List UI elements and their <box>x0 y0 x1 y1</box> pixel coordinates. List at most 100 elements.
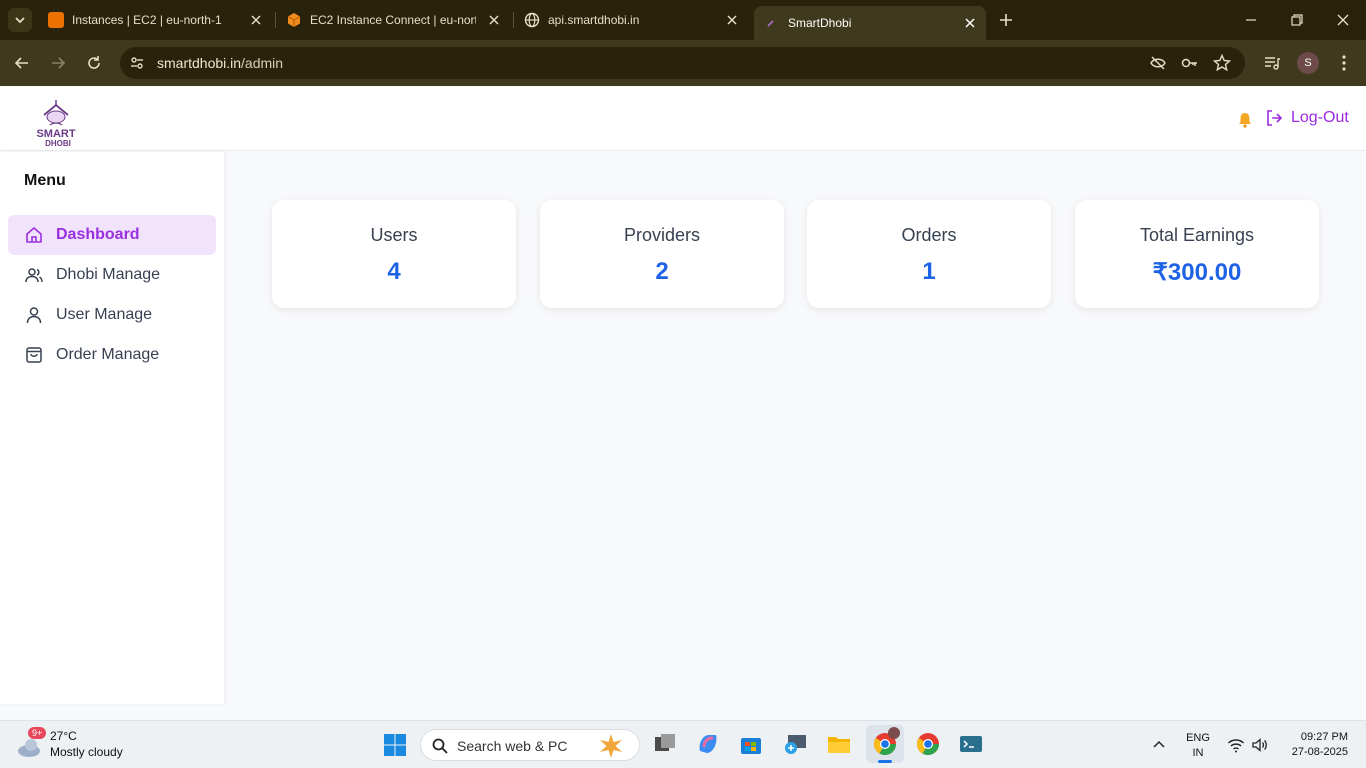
stat-value: ₹300.00 <box>1152 259 1242 286</box>
wifi-icon[interactable] <box>1227 736 1245 754</box>
media-controls-button[interactable] <box>1261 52 1283 74</box>
tab-search-button[interactable] <box>8 8 32 32</box>
restore-button[interactable] <box>1287 10 1307 30</box>
language-indicator[interactable]: ENG IN <box>1183 731 1213 761</box>
sidebar-item-label: Order Manage <box>56 346 160 363</box>
new-tab-button[interactable] <box>996 10 1016 30</box>
microsoft-store-app[interactable] <box>738 731 764 757</box>
url-text: smartdhobi.in/admin <box>157 55 283 71</box>
svg-text:DHOBI: DHOBI <box>45 139 71 148</box>
home-icon <box>24 225 44 245</box>
close-window-button[interactable] <box>1333 10 1353 30</box>
chrome-profile-badge <box>888 727 900 739</box>
stat-label: Providers <box>623 225 701 245</box>
tab-title: EC2 Instance Connect | eu-north-1 <box>310 13 476 27</box>
logout-label: Log-Out <box>1291 109 1349 126</box>
forward-button[interactable] <box>47 52 69 74</box>
browser-tab-smartdhobi[interactable]: SmartDhobi <box>754 6 986 40</box>
tab-separator <box>275 12 276 28</box>
sidebar-item-order-manage[interactable]: Order Manage <box>8 335 216 375</box>
logout-icon <box>1267 110 1283 126</box>
taskbar-search[interactable]: Search web & PC <box>420 729 640 761</box>
file-explorer-app[interactable] <box>826 731 852 757</box>
notification-bell-icon[interactable] <box>1236 111 1254 129</box>
show-hidden-icons-button[interactable] <box>1151 737 1167 753</box>
arrow-left-icon <box>14 57 28 69</box>
browser-tab-api[interactable]: api.smartdhobi.in <box>524 6 740 34</box>
bookmark-star-icon[interactable] <box>1211 52 1233 74</box>
start-button[interactable] <box>383 733 407 757</box>
close-tab-icon[interactable] <box>962 15 978 31</box>
tab-title: Instances | EC2 | eu-north-1 <box>72 13 222 27</box>
language-top: ENG <box>1186 732 1210 744</box>
stat-card-users: Users 4 <box>272 200 516 308</box>
active-app-indicator <box>878 760 892 763</box>
stat-label: Orders <box>901 225 957 245</box>
copilot-icon <box>699 735 717 753</box>
browser-menu-button[interactable] <box>1333 52 1355 74</box>
logo-icon: SMART DHOBI <box>36 100 76 148</box>
close-tab-icon[interactable] <box>248 12 264 28</box>
system-clock[interactable]: 09:27 PM 27-08-2025 <box>1286 730 1348 760</box>
eye-off-icon[interactable] <box>1147 52 1169 74</box>
stat-value: 1 <box>922 258 936 285</box>
users-icon <box>24 265 44 285</box>
chrome-app-active[interactable] <box>866 725 904 763</box>
copilot-app[interactable] <box>695 731 721 757</box>
weather-condition: Mostly cloudy <box>50 745 123 759</box>
smartdhobi-favicon-icon <box>764 15 780 31</box>
folder-icon <box>828 737 850 753</box>
url-domain: smartdhobi.in <box>157 55 242 71</box>
stat-label: Users <box>370 225 418 245</box>
stat-label: Total Earnings <box>1139 225 1255 245</box>
task-view-button[interactable] <box>652 731 678 757</box>
stat-value: 4 <box>387 258 401 285</box>
browser-tab-instances[interactable]: Instances | EC2 | eu-north-1 <box>48 6 264 34</box>
sidebar-item-dhobi-manage[interactable]: Dhobi Manage <box>8 255 216 295</box>
url-path: /admin <box>241 55 284 71</box>
search-placeholder: Search web & PC <box>457 738 568 754</box>
stat-card-providers: Providers 2 <box>540 200 784 308</box>
sidebar-item-dashboard[interactable]: Dashboard <box>8 215 216 255</box>
terminal-app[interactable] <box>958 731 984 757</box>
chrome-icon <box>917 733 939 755</box>
password-key-icon[interactable] <box>1179 52 1201 74</box>
smartdhobi-logo[interactable]: SMART DHOBI <box>30 97 82 149</box>
playlist-icon <box>1265 57 1280 70</box>
browser-tab-bar: Instances | EC2 | eu-north-1 EC2 Instanc… <box>0 0 1366 40</box>
tab-separator <box>513 12 514 28</box>
arrow-right-icon <box>52 57 66 69</box>
remote-desktop-icon <box>785 735 806 754</box>
profile-avatar[interactable]: S <box>1297 52 1319 74</box>
close-tab-icon[interactable] <box>724 12 740 28</box>
minimize-button[interactable] <box>1241 10 1261 30</box>
clock-time: 09:27 PM <box>1300 731 1348 743</box>
terminal-icon <box>960 736 982 752</box>
logout-button[interactable]: Log-Out <box>1265 109 1349 127</box>
more-vertical-icon <box>1342 55 1346 71</box>
browser-toolbar: smartdhobi.in/admin <box>0 40 1366 86</box>
search-highlight-icon <box>597 733 625 759</box>
address-bar[interactable]: smartdhobi.in/admin <box>120 47 1245 79</box>
sidebar-item-user-manage[interactable]: User Manage <box>8 295 216 335</box>
volume-icon[interactable] <box>1251 736 1269 754</box>
aws-cube-favicon-icon <box>286 12 302 28</box>
back-button[interactable] <box>11 52 33 74</box>
reload-icon <box>88 56 100 69</box>
user-icon <box>24 305 44 325</box>
shopping-bag-icon <box>24 345 44 365</box>
site-info-icon[interactable] <box>128 54 146 72</box>
remote-desktop-app[interactable] <box>782 731 808 757</box>
chevron-down-icon <box>15 17 25 24</box>
chevron-up-icon <box>1153 740 1165 748</box>
stat-card-orders: Orders 1 <box>807 200 1051 308</box>
weather-badge: 9+ <box>28 727 47 739</box>
windows-taskbar: 9+ 27°C Mostly cloudy Search web & PC EN… <box>0 720 1366 768</box>
menu-title: Menu <box>24 172 66 189</box>
chrome-app-secondary[interactable] <box>915 731 941 757</box>
browser-tab-instance-connect[interactable]: EC2 Instance Connect | eu-north-1 <box>286 6 502 34</box>
close-tab-icon[interactable] <box>486 12 502 28</box>
language-bottom: IN <box>1192 747 1204 759</box>
reload-button[interactable] <box>83 52 105 74</box>
app-header: SMART DHOBI Log-Out <box>0 87 1366 151</box>
